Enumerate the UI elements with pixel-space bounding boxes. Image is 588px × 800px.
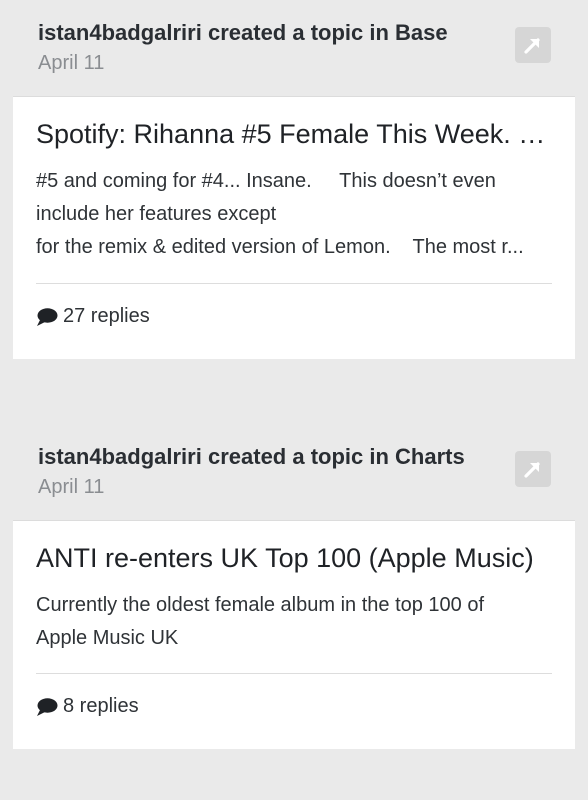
activity-header: istan4badgalriri created a topic in Char… [0,424,588,520]
activity-summary: istan4badgalriri created a topic in Base [38,20,448,46]
share-button[interactable] [515,451,551,487]
action-text: created a topic in [207,20,389,45]
snippet-line: Apple Music UK [36,627,179,649]
snippet-line: include her features except [36,203,277,225]
activity-header: istan4badgalriri created a topic in Base… [0,0,588,96]
replies-link[interactable]: 27 replies [36,305,150,328]
replies-count: 8 replies [63,695,139,717]
activity-item: istan4badgalriri created a topic in Base… [0,0,588,359]
share-arrow-icon [524,38,540,54]
replies-count: 27 replies [63,305,150,327]
snippet-line: #5 and coming for #4... Insane. This doe… [36,170,496,192]
topic-title[interactable]: Spotify: Rihanna #5 Female This Week. … [36,119,557,150]
share-arrow-icon [524,462,540,478]
activity-stream: istan4badgalriri created a topic in Base… [0,0,588,800]
topic-snippet: #5 and coming for #4... Insane. This doe… [36,165,553,264]
author-link[interactable]: istan4badgalriri [38,20,202,45]
snippet-line: for the remix & edited version of Lemon.… [36,236,524,258]
topic-title[interactable]: ANTI re-enters UK Top 100 (Apple Music) [36,543,557,574]
divider [36,283,552,284]
activity-summary: istan4badgalriri created a topic in Char… [38,444,465,470]
speech-bubble-icon [37,307,58,326]
topic-snippet: Currently the oldest female album in the… [36,589,553,655]
divider [36,673,552,674]
topic-card[interactable]: ANTI re-enters UK Top 100 (Apple Music) … [13,520,575,749]
author-link[interactable]: istan4badgalriri [38,444,202,469]
topic-card[interactable]: Spotify: Rihanna #5 Female This Week. … … [13,96,575,359]
replies-link[interactable]: 8 replies [36,695,139,718]
forum-link[interactable]: Charts [395,444,465,469]
forum-link[interactable]: Base [395,20,448,45]
activity-date: April 11 [38,52,105,74]
activity-item: istan4badgalriri created a topic in Char… [0,424,588,749]
activity-date: April 11 [38,476,105,498]
share-button[interactable] [515,27,551,63]
speech-bubble-icon [37,697,58,716]
snippet-line: Currently the oldest female album in the… [36,594,485,616]
action-text: created a topic in [207,444,389,469]
